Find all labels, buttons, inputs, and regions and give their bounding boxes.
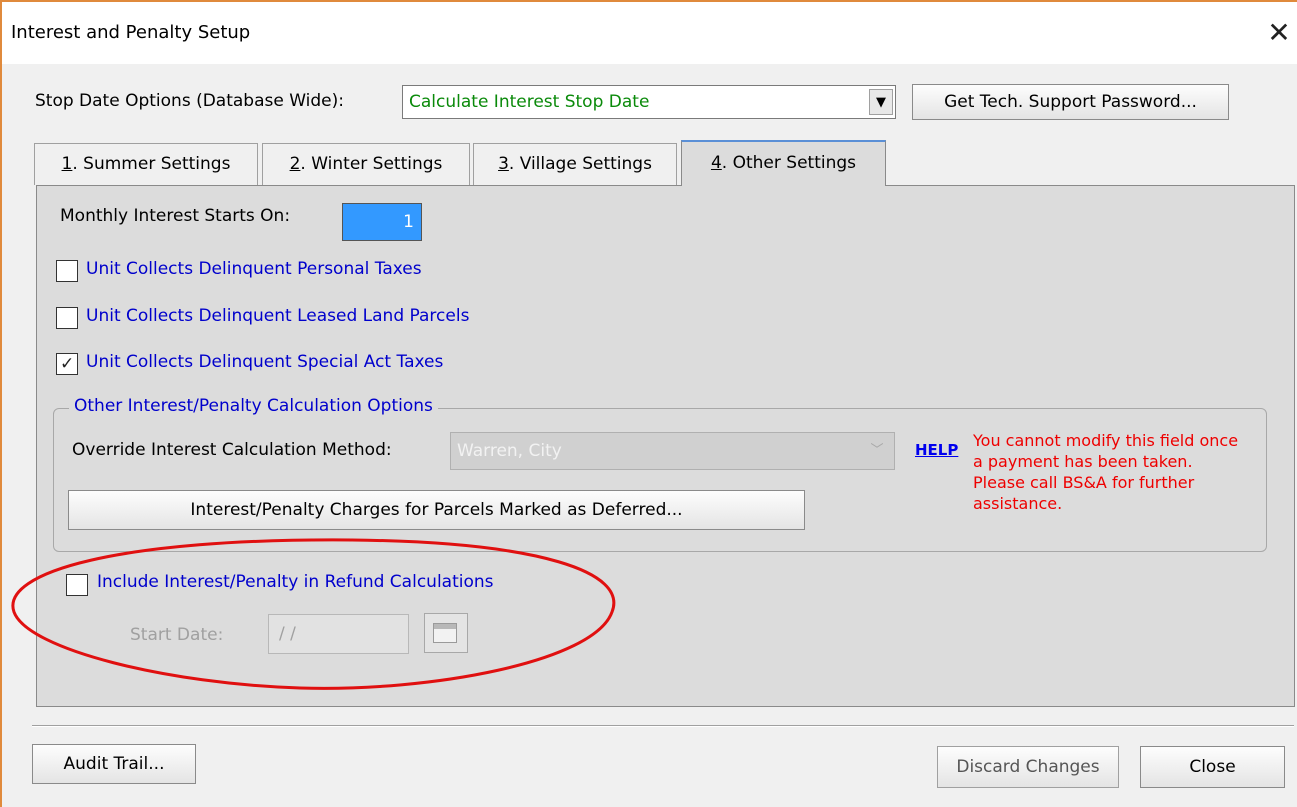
get-tech-support-password-button[interactable]: Get Tech. Support Password... xyxy=(912,84,1229,120)
leased-land-parcels-label[interactable]: Unit Collects Delinquent Leased Land Par… xyxy=(86,306,469,326)
window-title: Interest and Penalty Setup xyxy=(11,22,251,43)
tab-hotkey: 2 xyxy=(289,154,301,174)
tab-summer-settings[interactable]: 1. Summer Settings xyxy=(34,143,258,185)
footer-separator xyxy=(32,725,1294,727)
personal-taxes-label[interactable]: Unit Collects Delinquent Personal Taxes xyxy=(86,259,422,279)
help-link[interactable]: HELP xyxy=(915,441,958,459)
tab-hotkey: 1 xyxy=(61,154,73,174)
chevron-down-icon: ﹀ xyxy=(870,443,884,458)
tab-label: . Winter Settings xyxy=(300,154,443,174)
warning-message: You cannot modify this field once a paym… xyxy=(973,431,1239,513)
dialog-window: Interest and Penalty Setup ✕ Stop Date O… xyxy=(0,0,1297,807)
title-bar: Interest and Penalty Setup ✕ xyxy=(2,2,1297,64)
tab-winter-settings[interactable]: 2. Winter Settings xyxy=(262,143,470,185)
deferred-parcels-charges-button[interactable]: Interest/Penalty Charges for Parcels Mar… xyxy=(68,490,805,530)
override-method-value: Warren, City xyxy=(457,441,562,461)
special-act-taxes-checkbox[interactable]: ✓ xyxy=(56,353,78,375)
special-act-taxes-label[interactable]: Unit Collects Delinquent Special Act Tax… xyxy=(86,352,443,372)
audit-trail-button[interactable]: Audit Trail... xyxy=(32,744,196,784)
start-date-label: Start Date: xyxy=(130,625,224,645)
checkmark-icon: ✓ xyxy=(60,354,75,374)
stop-date-value: Calculate Interest Stop Date xyxy=(409,92,650,112)
close-icon[interactable]: ✕ xyxy=(1265,16,1293,50)
leased-land-parcels-checkbox[interactable] xyxy=(56,307,78,329)
window-border-left xyxy=(0,0,2,807)
stop-date-dropdown[interactable]: Calculate Interest Stop Date ▼ xyxy=(402,85,896,119)
include-in-refund-checkbox[interactable] xyxy=(66,574,88,596)
override-method-dropdown: Warren, City ﹀ xyxy=(450,432,895,470)
monthly-interest-input[interactable]: 1 xyxy=(342,203,422,241)
close-button[interactable]: Close xyxy=(1140,746,1285,788)
discard-changes-button[interactable]: Discard Changes xyxy=(937,746,1119,788)
groupbox-legend: Other Interest/Penalty Calculation Optio… xyxy=(69,396,438,416)
tab-label: . Other Settings xyxy=(721,153,857,173)
tab-hotkey: 4 xyxy=(710,153,722,173)
stop-date-label: Stop Date Options (Database Wide): xyxy=(35,91,345,111)
calendar-icon xyxy=(433,623,457,643)
chevron-down-icon[interactable]: ▼ xyxy=(869,89,893,115)
include-in-refund-label[interactable]: Include Interest/Penalty in Refund Calcu… xyxy=(97,572,494,592)
override-method-label: Override Interest Calculation Method: xyxy=(72,440,392,460)
personal-taxes-checkbox[interactable] xyxy=(56,260,78,282)
tab-village-settings[interactable]: 3. Village Settings xyxy=(473,143,677,185)
calendar-button xyxy=(424,613,468,653)
tab-other-settings[interactable]: 4. Other Settings xyxy=(681,140,886,186)
tab-label: . Summer Settings xyxy=(72,154,231,174)
tab-label: . Village Settings xyxy=(508,154,652,174)
tab-hotkey: 3 xyxy=(498,154,509,174)
start-date-input: / / xyxy=(268,614,409,654)
monthly-interest-label: Monthly Interest Starts On: xyxy=(60,206,291,226)
